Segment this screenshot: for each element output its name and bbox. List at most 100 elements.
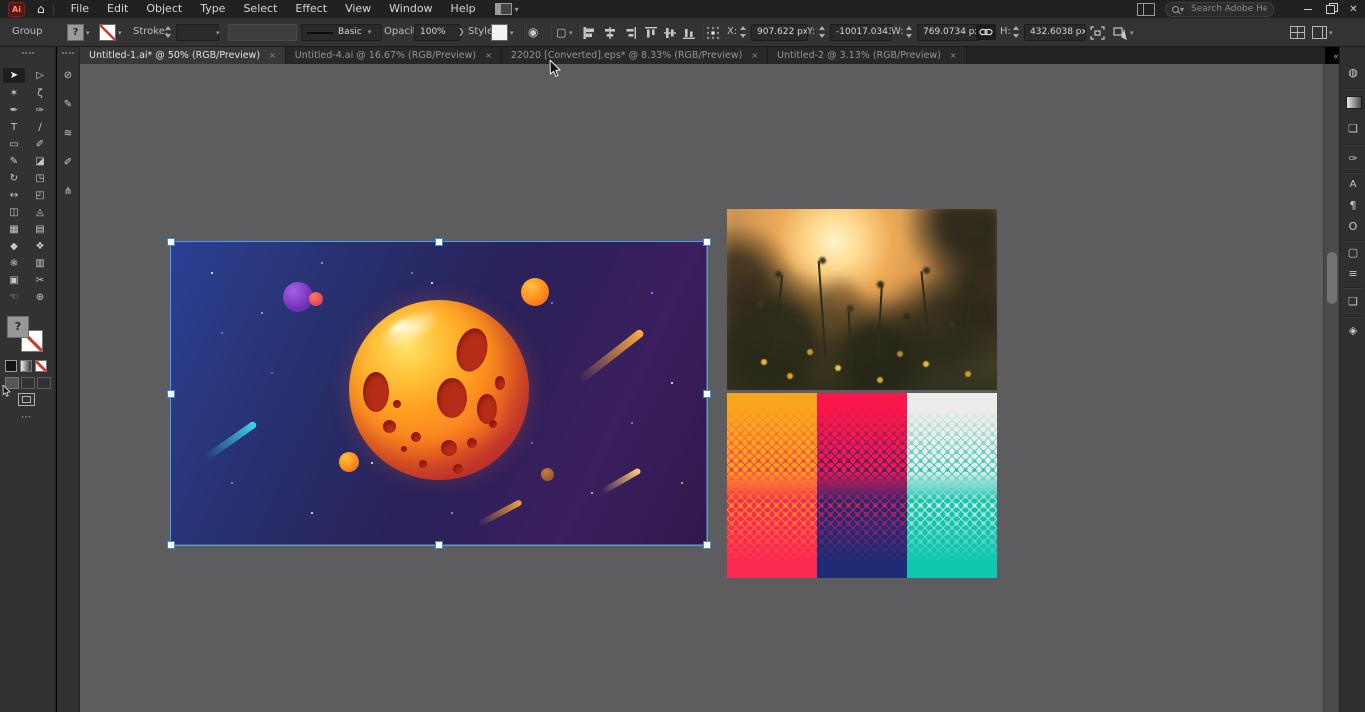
- align-top-icon[interactable]: [644, 27, 658, 39]
- width-tool[interactable]: ↔: [3, 188, 25, 203]
- space-illustration-artwork[interactable]: [171, 242, 706, 544]
- x-field[interactable]: 907.622 px: [751, 24, 808, 41]
- chevron-down-icon[interactable]: ▾: [118, 29, 122, 37]
- brush-tool-alt[interactable]: ✐: [57, 155, 79, 170]
- brushes-panel-icon[interactable]: ✑: [1343, 150, 1363, 168]
- shaper-tool[interactable]: ⊘: [57, 68, 79, 83]
- pencil-tool[interactable]: ✎: [3, 154, 25, 169]
- chevron-down-icon[interactable]: ▾: [1130, 29, 1134, 37]
- constrain-proportions-link-icon[interactable]: [976, 24, 996, 40]
- chevron-down-icon[interactable]: ▾: [1329, 29, 1333, 37]
- opacity-panel-arrow-icon[interactable]: ❯: [458, 27, 465, 36]
- menu-view[interactable]: View: [336, 0, 380, 18]
- color-mode-button[interactable]: [5, 360, 17, 372]
- isolate-object-icon[interactable]: [1090, 26, 1105, 40]
- character-panel-icon[interactable]: A: [1343, 176, 1363, 194]
- chevron-down-icon[interactable]: ▾: [510, 29, 514, 37]
- toggle-panels-icon[interactable]: [1312, 26, 1327, 39]
- free-transform-tool[interactable]: ◰: [29, 188, 51, 203]
- symbol-sprayer-tool[interactable]: ※: [3, 256, 25, 271]
- rotate-tool[interactable]: ↻: [3, 171, 25, 186]
- arrange-documents-grid-icon[interactable]: [1290, 26, 1305, 39]
- hatch-brush-tool[interactable]: ≋: [57, 126, 79, 141]
- menu-edit[interactable]: Edit: [98, 0, 137, 18]
- toolbar-grip[interactable]: [22, 52, 34, 56]
- screen-mode-button[interactable]: [18, 393, 35, 406]
- workspace-switcher-icon[interactable]: [495, 3, 512, 15]
- blend-tool[interactable]: ❖: [29, 239, 51, 254]
- menu-window[interactable]: Window: [380, 0, 441, 18]
- tab-untitled-4[interactable]: Untitled-4.ai @ 16.67% (RGB/Preview) ×: [286, 46, 502, 64]
- align-left-icon[interactable]: [583, 27, 597, 39]
- edit-toolbar-ellipsis[interactable]: ⋯: [15, 410, 37, 425]
- swatches-panel-icon[interactable]: ❏: [1343, 120, 1363, 138]
- lasso-tool[interactable]: ζ: [29, 86, 51, 101]
- pen-tool[interactable]: ✒: [3, 103, 25, 118]
- rectangle-tool[interactable]: ▭: [3, 137, 25, 152]
- menu-type[interactable]: Type: [191, 0, 234, 18]
- scrollbar-thumb[interactable]: [1327, 252, 1337, 304]
- opentype-panel-icon[interactable]: O: [1343, 218, 1363, 236]
- opacity-field[interactable]: 100%: [414, 24, 461, 41]
- pencil-tool-alt[interactable]: ✎: [57, 97, 79, 112]
- shape-builder-tool[interactable]: ◫: [3, 205, 25, 220]
- paintbrush-tool[interactable]: ✐: [29, 137, 51, 152]
- transform-panel-icon[interactable]: ▢: [1343, 244, 1363, 262]
- draw-behind-button[interactable]: [21, 377, 35, 389]
- hand-tool[interactable]: ☜: [3, 290, 25, 305]
- scale-tool[interactable]: ◳: [29, 171, 51, 186]
- stroke-style-dropdown[interactable]: Basic ▾: [301, 24, 382, 41]
- minimize-button[interactable]: [1296, 0, 1319, 18]
- tab-untitled-2[interactable]: Untitled-2 @ 3.13% (RGB/Preview) ×: [768, 46, 967, 64]
- x-stepper[interactable]: [740, 26, 747, 38]
- h-field[interactable]: 432.6038 px: [1024, 24, 1086, 41]
- w-stepper[interactable]: [906, 26, 913, 38]
- align-right-icon[interactable]: [623, 27, 637, 39]
- layers-panel-icon[interactable]: ◈: [1343, 322, 1363, 340]
- tab-22020-converted[interactable]: 22020 [Converted].eps* @ 8.33% (RGB/Prev…: [502, 46, 768, 64]
- chevron-down-icon[interactable]: ▾: [86, 29, 90, 37]
- fill-swatch[interactable]: ?: [67, 24, 84, 41]
- direct-selection-tool[interactable]: ▷: [29, 68, 51, 83]
- zoom-tool[interactable]: ⊕: [29, 290, 51, 305]
- vertical-scrollbar[interactable]: [1323, 64, 1340, 712]
- type-tool[interactable]: T: [3, 120, 25, 135]
- w-field[interactable]: 769.0734 px: [917, 24, 979, 41]
- chevron-down-icon[interactable]: ▾: [569, 29, 573, 37]
- perspective-grid-tool[interactable]: ◬: [29, 205, 51, 220]
- curvature-tool[interactable]: ✑: [29, 103, 51, 118]
- mesh-tool[interactable]: ▦: [3, 222, 25, 237]
- stroke-weight-stepper[interactable]: [165, 26, 172, 38]
- chevron-down-icon[interactable]: ▾: [216, 29, 220, 37]
- align-center-horizontal-icon[interactable]: [603, 27, 617, 39]
- halftone-pattern-image[interactable]: [727, 393, 997, 578]
- align-bottom-icon[interactable]: [682, 27, 696, 39]
- arrange-documents-icon[interactable]: [1137, 3, 1155, 16]
- pathfinder-panel-icon[interactable]: ❑: [1343, 293, 1363, 311]
- shape-properties-icon[interactable]: ▢: [556, 26, 566, 39]
- slice-tool[interactable]: ✂: [29, 273, 51, 288]
- eyedropper-tool[interactable]: ◆: [3, 239, 25, 254]
- gradient-tool[interactable]: ▤: [29, 222, 51, 237]
- graphic-style-swatch[interactable]: [491, 24, 508, 41]
- align-panel-icon[interactable]: ≡: [1343, 265, 1363, 283]
- menu-effect[interactable]: Effect: [286, 0, 336, 18]
- gradient-mode-button[interactable]: [20, 360, 32, 372]
- tab-close-icon[interactable]: ×: [269, 51, 276, 60]
- stroke-swatch[interactable]: [99, 24, 116, 41]
- gradient-panel-icon[interactable]: [1346, 96, 1362, 109]
- reference-point-locator-icon[interactable]: [706, 26, 720, 40]
- tab-untitled-1[interactable]: Untitled-1.ai* @ 50% (RGB/Preview) ×: [80, 46, 286, 64]
- app-logo-icon[interactable]: Ai: [8, 2, 25, 17]
- column-graph-tool[interactable]: ▥: [29, 256, 51, 271]
- menu-help[interactable]: Help: [442, 0, 485, 18]
- close-button[interactable]: ✕: [1342, 0, 1365, 18]
- join-tool[interactable]: ⋔: [57, 184, 79, 199]
- selection-tool[interactable]: ➤: [3, 68, 25, 83]
- y-field[interactable]: -10017.0343: [830, 24, 892, 41]
- menu-object[interactable]: Object: [137, 0, 191, 18]
- magic-wand-tool[interactable]: ✶: [3, 86, 25, 101]
- tab-close-icon[interactable]: ×: [950, 51, 957, 60]
- draw-inside-button[interactable]: [37, 377, 51, 389]
- fill-color-indicator[interactable]: ?: [7, 316, 29, 338]
